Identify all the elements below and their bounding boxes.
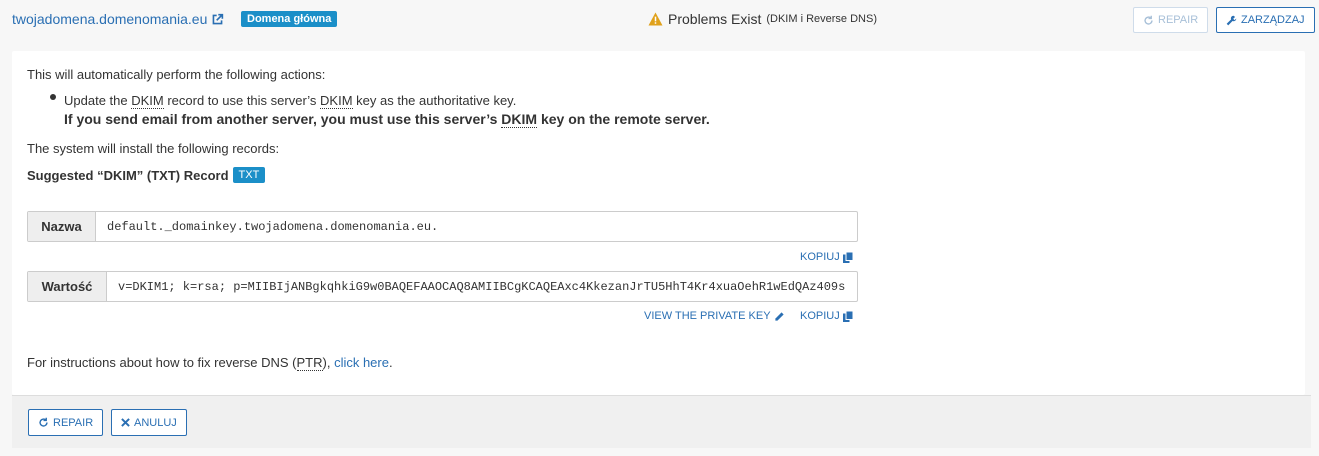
warning-text: key on the remote server. bbox=[537, 111, 710, 127]
refresh-icon bbox=[1143, 15, 1154, 26]
manage-label: ZARZĄDZAJ bbox=[1241, 14, 1305, 26]
dkim-abbr: DKIM bbox=[131, 93, 164, 109]
repair-label: REPAIR bbox=[1158, 14, 1199, 26]
status-title: Problems Exist bbox=[668, 11, 762, 27]
main-domain-badge: Domena główna bbox=[241, 11, 338, 27]
view-private-key-label: VIEW THE PRIVATE KEY bbox=[644, 310, 771, 322]
close-icon bbox=[121, 418, 130, 427]
name-value[interactable]: default._domainkey.twojadomena.domenoman… bbox=[96, 212, 438, 241]
ptr-text: . bbox=[388, 355, 393, 370]
ptr-text: For instructions about how to fix revers… bbox=[27, 355, 297, 370]
suggested-record-label: Suggested “DKIM” (TXT) Record bbox=[27, 167, 229, 183]
warning-icon bbox=[648, 12, 663, 26]
action-text: record to use this server’s bbox=[163, 93, 321, 108]
wrench-icon bbox=[1226, 15, 1237, 26]
repair-button[interactable]: REPAIR bbox=[28, 409, 104, 436]
status-detail: (DKIM i Reverse DNS) bbox=[766, 13, 877, 25]
copy-label: KOPIUJ bbox=[800, 251, 840, 263]
copy-label: KOPIUJ bbox=[800, 310, 840, 322]
repair-panel: This will automatically perform the foll… bbox=[12, 51, 1305, 395]
install-text: The system will install the following re… bbox=[27, 141, 280, 156]
warning-text: If you send email from another server, y… bbox=[64, 111, 502, 127]
cancel-button[interactable]: ANULUJ bbox=[111, 409, 187, 436]
cancel-label: ANULUJ bbox=[134, 416, 177, 429]
repair-button-top[interactable]: REPAIR bbox=[1133, 7, 1209, 33]
domain-name[interactable]: twojadomena.domenomania.eu bbox=[12, 11, 207, 27]
action-line-2: If you send email from another server, y… bbox=[64, 111, 710, 128]
name-label: Nazwa bbox=[28, 212, 96, 241]
repair-label: REPAIR bbox=[53, 416, 94, 429]
view-private-key-link[interactable]: VIEW THE PRIVATE KEY bbox=[644, 310, 785, 322]
refresh-icon bbox=[38, 417, 49, 428]
ptr-instructions: For instructions about how to fix revers… bbox=[27, 355, 393, 371]
external-link-icon[interactable] bbox=[211, 13, 224, 26]
domain-header: twojadomena.domenomania.eu Domena główna… bbox=[0, 0, 1319, 40]
copy-icon bbox=[842, 251, 853, 263]
dkim-abbr: DKIM bbox=[320, 93, 353, 109]
dkim-abbr: DKIM bbox=[501, 111, 538, 128]
panel-footer: REPAIR ANULUJ bbox=[12, 395, 1311, 448]
action-text: key as the authoritative key. bbox=[352, 93, 517, 108]
copy-value-link[interactable]: KOPIUJ bbox=[800, 310, 853, 322]
value-value[interactable]: v=DKIM1; k=rsa; p=MIIBIjANBgkqhkiG9w0BAQ… bbox=[107, 272, 845, 301]
ptr-abbr: PTR bbox=[296, 355, 323, 371]
copy-name-link[interactable]: KOPIUJ bbox=[800, 251, 853, 263]
name-field: Nazwa default._domainkey.twojadomena.dom… bbox=[27, 211, 858, 242]
bullet-dot bbox=[50, 94, 56, 100]
record-type-badge: TXT bbox=[232, 167, 266, 183]
click-here-link[interactable]: click here bbox=[334, 355, 389, 370]
copy-icon bbox=[842, 310, 853, 322]
action-line-1: Update the DKIM record to use this serve… bbox=[64, 93, 517, 109]
pencil-icon bbox=[774, 311, 785, 322]
suggested-record-heading: Suggested “DKIM” (TXT) Record TXT bbox=[27, 167, 266, 183]
value-field: Wartość v=DKIM1; k=rsa; p=MIIBIjANBgkqhk… bbox=[27, 271, 858, 302]
ptr-text: ), bbox=[322, 355, 335, 370]
intro-text: This will automatically perform the foll… bbox=[27, 67, 326, 82]
status-indicator: Problems Exist (DKIM i Reverse DNS) bbox=[648, 11, 877, 27]
action-text: Update the bbox=[64, 93, 132, 108]
domain-link[interactable]: twojadomena.domenomania.eu bbox=[12, 11, 224, 27]
value-label: Wartość bbox=[28, 272, 107, 301]
manage-button[interactable]: ZARZĄDZAJ bbox=[1216, 7, 1315, 33]
